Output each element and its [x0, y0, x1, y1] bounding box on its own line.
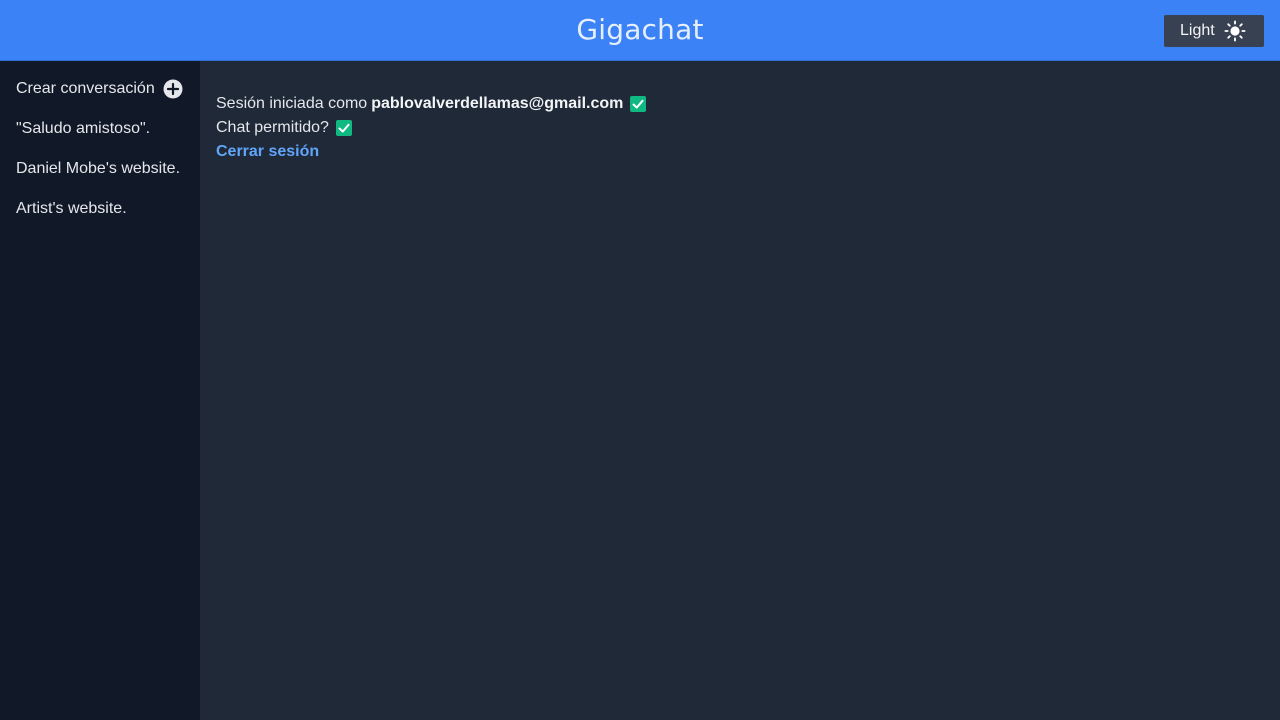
- sun-icon: [1224, 20, 1246, 42]
- chat-allowed-label: Chat permitido?: [216, 119, 329, 136]
- plus-circle-icon[interactable]: [163, 79, 183, 99]
- sidebar-item-conversation[interactable]: Daniel Mobe's website.: [16, 159, 180, 179]
- main-content: Sesión iniciada como pablovalverdellamas…: [200, 61, 1280, 720]
- session-status: Sesión iniciada como pablovalverdellamas…: [216, 93, 647, 115]
- sidebar-item-conversation[interactable]: Artist's website.: [16, 199, 127, 219]
- check-square-icon: [335, 120, 352, 136]
- sidebar-item-conversation[interactable]: "Saludo amistoso".: [16, 119, 150, 139]
- logout-link[interactable]: Cerrar sesión: [216, 142, 319, 162]
- theme-toggle-label: Light: [1180, 22, 1215, 39]
- app-title: Gigachat: [576, 13, 704, 46]
- app-header: Gigachat Light: [0, 0, 1280, 61]
- chat-permission-status: Chat permitido?: [216, 117, 352, 139]
- session-prefix: Sesión iniciada como: [216, 95, 368, 112]
- theme-toggle-button[interactable]: Light: [1164, 15, 1264, 47]
- sidebar: Crear conversación "Saludo amistoso". Da…: [0, 61, 200, 720]
- check-square-icon: [630, 96, 647, 112]
- user-email: pablovalverdellamas@gmail.com: [371, 95, 624, 112]
- create-conversation-button[interactable]: Crear conversación: [16, 79, 155, 99]
